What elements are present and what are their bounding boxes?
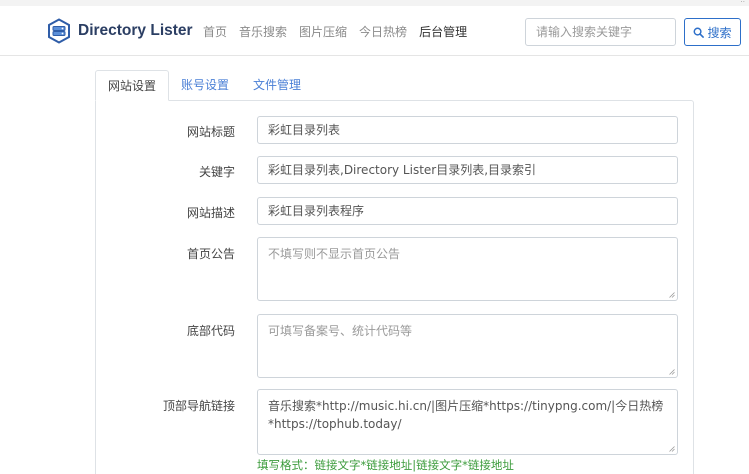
resize-grip-icon[interactable] [669,369,675,375]
tab-file-management[interactable]: 文件管理 [241,70,313,101]
resize-grip-icon[interactable] [669,292,675,298]
nav-links-label: 顶部导航链接 [162,399,235,413]
directory-drive-icon [48,18,70,44]
search-button[interactable]: 搜索 [684,18,741,46]
resize-grip-icon[interactable] [669,446,675,452]
description-value: 彩虹目录列表程序 [268,204,365,218]
nav-link-home[interactable]: 首页 [203,23,227,40]
tab-site-settings[interactable]: 网站设置 [95,70,170,101]
site-title-label: 网站标题 [186,125,235,139]
description-input[interactable]: 彩虹目录列表程序 [257,197,678,225]
nav-links-value: 音乐搜索*http://music.hi.cn/|图片压缩*https://ti… [268,399,664,431]
footer-code-label: 底部代码 [186,324,235,338]
footer-code-textarea[interactable]: 可填写备案号、统计代码等 [257,314,678,378]
description-label: 网站描述 [186,206,235,220]
tab-account-settings[interactable]: 账号设置 [169,70,241,101]
nav-links: 首页 音乐搜索 图片压缩 今日热榜 后台管理 [203,23,479,40]
brand[interactable]: Directory Lister [46,18,193,44]
keywords-label: 关键字 [198,165,235,179]
nav-link-hot-list[interactable]: 今日热榜 [359,23,407,40]
search-input[interactable] [525,18,676,46]
nav-link-music-search[interactable]: 音乐搜索 [239,23,287,40]
announcement-textarea[interactable]: 不填写则不显示首页公告 [257,237,678,301]
footer-code-placeholder: 可填写备案号、统计代码等 [268,324,413,338]
nav-link-image-compress[interactable]: 图片压缩 [299,23,347,40]
site-title-input[interactable]: 彩虹目录列表 [257,116,678,144]
navbar: Directory Lister 首页 音乐搜索 图片压缩 今日热榜 后台管理 … [0,6,749,56]
brand-name: Directory Lister [78,22,193,39]
nav-links-format-hint: 填写格式：链接文字*链接地址|链接文字*链接地址 [257,458,514,472]
nav-links-textarea[interactable]: 音乐搜索*http://music.hi.cn/|图片压缩*https://ti… [257,389,678,455]
search-button-label: 搜索 [707,25,732,40]
announcement-label: 首页公告 [186,247,235,261]
nav-link-admin[interactable]: 后台管理 [419,23,467,40]
keywords-input[interactable]: 彩虹目录列表,Directory Lister目录列表,目录索引 [257,156,678,184]
settings-tabs: 网站设置 账号设置 文件管理 [95,70,313,101]
search-icon [694,27,705,38]
announcement-placeholder: 不填写则不显示首页公告 [268,247,401,261]
keywords-value: 彩虹目录列表,Directory Lister目录列表,目录索引 [268,163,537,177]
site-title-value: 彩虹目录列表 [268,123,341,137]
